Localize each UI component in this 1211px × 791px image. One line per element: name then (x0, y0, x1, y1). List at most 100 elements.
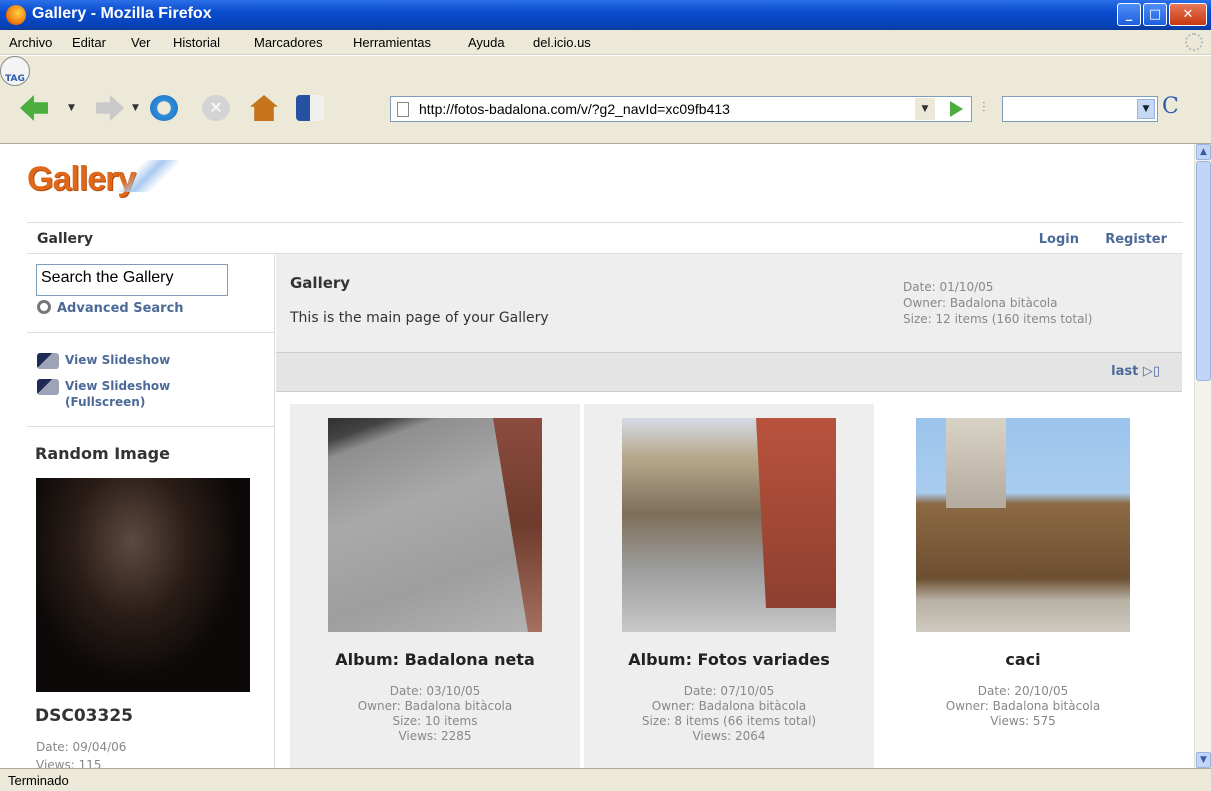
back-icon[interactable] (20, 95, 48, 121)
photo-card-title[interactable]: caci (878, 650, 1168, 669)
album-card[interactable]: Album: Badalona neta Date: 03/10/05 Owne… (290, 404, 580, 768)
menu-ayuda[interactable]: Ayuda (468, 35, 505, 50)
photo-card-meta: Date: 20/10/05 Owner: Badalona bitàcola … (878, 684, 1168, 729)
scroll-up-icon[interactable]: ▲ (1196, 144, 1211, 160)
login-link[interactable]: Login (1039, 232, 1079, 247)
album-card[interactable]: Album: Fotos variades Date: 07/10/05 Own… (584, 404, 874, 768)
minimize-button[interactable]: _ (1117, 3, 1141, 26)
address-dropdown[interactable]: ▼ (915, 98, 935, 120)
menu-editar[interactable]: Editar (72, 35, 106, 50)
advanced-search-label: Advanced Search (57, 301, 184, 316)
sidebar-divider (27, 332, 275, 333)
random-image-thumbnail[interactable] (36, 478, 250, 692)
home-icon[interactable] (250, 95, 278, 121)
status-bar: Terminado (0, 768, 1211, 791)
sidebar-divider (27, 426, 275, 427)
firefox-icon (6, 5, 26, 25)
album-description: This is the main page of your Gallery (290, 310, 549, 326)
back-history-dropdown[interactable]: ▼ (68, 103, 75, 113)
view-slideshow-label: View Slideshow (65, 353, 171, 367)
album-card-title[interactable]: Album: Badalona neta (290, 650, 580, 669)
logo-sparkle-icon (118, 160, 178, 192)
album-thumbnail[interactable] (328, 418, 542, 632)
pager-bar: last ▷▯ (276, 352, 1182, 392)
album-title: Gallery (290, 274, 351, 292)
address-input[interactable]: http://fotos-badalona.com/v/?g2_navId=xc… (419, 101, 730, 117)
item-owner: Owner: Badalona bitàcola (357, 699, 513, 713)
vertical-scrollbar[interactable]: ▲ ▼ (1194, 144, 1211, 768)
album-size: Size: 12 items (160 items total) (903, 312, 1093, 326)
slideshow-fullscreen-icon (37, 379, 59, 395)
slideshow-icon (37, 353, 59, 369)
magnifier-icon (37, 300, 51, 314)
last-label: last (1111, 364, 1139, 379)
window-title: Gallery - Mozilla Firefox (32, 5, 212, 22)
album-thumbnail[interactable] (622, 418, 836, 632)
throbber-icon (1185, 33, 1203, 51)
address-bar[interactable]: http://fotos-badalona.com/v/?g2_navId=xc… (390, 96, 972, 122)
album-meta: Date: 01/10/05 Owner: Badalona bitàcola … (903, 279, 1092, 327)
register-link[interactable]: Register (1105, 232, 1167, 247)
menu-historial[interactable]: Historial (173, 35, 220, 50)
menu-archivo[interactable]: Archivo (9, 35, 52, 50)
window-titlebar: Gallery - Mozilla Firefox _ □ ✕ (0, 0, 1211, 30)
tag-label: TAG (5, 74, 25, 84)
menu-bar: Archivo Editar Ver Historial Marcadores … (0, 30, 1211, 55)
view-slideshow-link[interactable]: View Slideshow (37, 353, 170, 369)
random-image-title: Random Image (35, 444, 170, 463)
search-box[interactable]: ▼ (1002, 96, 1158, 122)
search-input[interactable]: Search the Gallery (36, 264, 228, 296)
forward-history-dropdown[interactable]: ▼ (132, 103, 139, 113)
stop-icon[interactable]: ✕ (202, 95, 230, 121)
item-date: Date: 03/10/05 (389, 684, 481, 698)
item-size: Size: 8 items (66 items total) (641, 714, 817, 728)
album-card-meta: Date: 03/10/05 Owner: Badalona bitàcola … (290, 684, 580, 744)
reload-icon[interactable] (150, 95, 178, 121)
item-owner: Owner: Badalona bitàcola (651, 699, 807, 713)
menu-marcadores[interactable]: Marcadores (254, 35, 323, 50)
item-size: Size: 10 items (392, 714, 478, 728)
fullscreen-label: (Fullscreen) (65, 395, 146, 409)
item-views: Views: 2064 (692, 729, 766, 743)
album-card-meta: Date: 07/10/05 Owner: Badalona bitàcola … (584, 684, 874, 744)
search-engine-dropdown[interactable]: ▼ (1137, 99, 1155, 119)
toolbar-separator-icon: ⫶ (982, 100, 986, 116)
item-date: Date: 20/10/05 (977, 684, 1069, 698)
view-slideshow-fullscreen-link[interactable]: View Slideshow (Fullscreen) (37, 379, 170, 410)
photo-card[interactable]: caci Date: 20/10/05 Owner: Badalona bità… (878, 404, 1168, 768)
item-views: Views: 575 (990, 714, 1056, 728)
album-owner: Owner: Badalona bitàcola (903, 296, 1058, 310)
forward-icon[interactable] (96, 95, 124, 121)
last-arrow-icon: ▷▯ (1142, 364, 1160, 379)
advanced-search-link[interactable]: Advanced Search (37, 300, 184, 316)
menu-herramientas[interactable]: Herramientas (353, 35, 431, 50)
view-slideshow-fullscreen-label: View Slideshow (65, 379, 171, 393)
scroll-down-icon[interactable]: ▼ (1196, 752, 1211, 768)
close-button[interactable]: ✕ (1169, 3, 1207, 26)
status-text: Terminado (8, 773, 69, 788)
navigation-toolbar: ▼ ▼ ✕ TAG http://fotos-badalona.com/v/?g… (0, 56, 1211, 144)
album-date: Date: 01/10/05 (903, 280, 994, 294)
go-icon[interactable] (950, 101, 963, 117)
bookmark-flag-icon[interactable] (296, 95, 324, 121)
album-header: Gallery This is the main page of your Ga… (276, 254, 1182, 352)
item-owner: Owner: Badalona bitàcola (945, 699, 1101, 713)
album-card-title[interactable]: Album: Fotos variades (584, 650, 874, 669)
breadcrumb: Gallery Login Register (27, 222, 1183, 254)
random-image-views: Views: 115 (36, 758, 102, 768)
menu-delicious[interactable]: del.icio.us (533, 35, 591, 50)
random-image-name[interactable]: DSC03325 (35, 706, 133, 726)
item-date: Date: 07/10/05 (683, 684, 775, 698)
page-icon (397, 102, 409, 117)
random-image-date: Date: 09/04/06 (36, 740, 127, 754)
page-viewport: Gallery Gallery Login Register Search th… (0, 144, 1194, 768)
tag-icon[interactable]: TAG (0, 56, 30, 86)
search-engine-icon[interactable]: C (1162, 94, 1179, 119)
menu-ver[interactable]: Ver (131, 35, 151, 50)
breadcrumb-gallery: Gallery (37, 231, 94, 247)
scroll-thumb[interactable] (1196, 161, 1211, 381)
maximize-button[interactable]: □ (1143, 3, 1167, 26)
photo-thumbnail[interactable] (916, 418, 1130, 632)
last-page-link[interactable]: last ▷▯ (1111, 364, 1160, 379)
sidebar: Search the Gallery Advanced Search View … (27, 254, 275, 768)
